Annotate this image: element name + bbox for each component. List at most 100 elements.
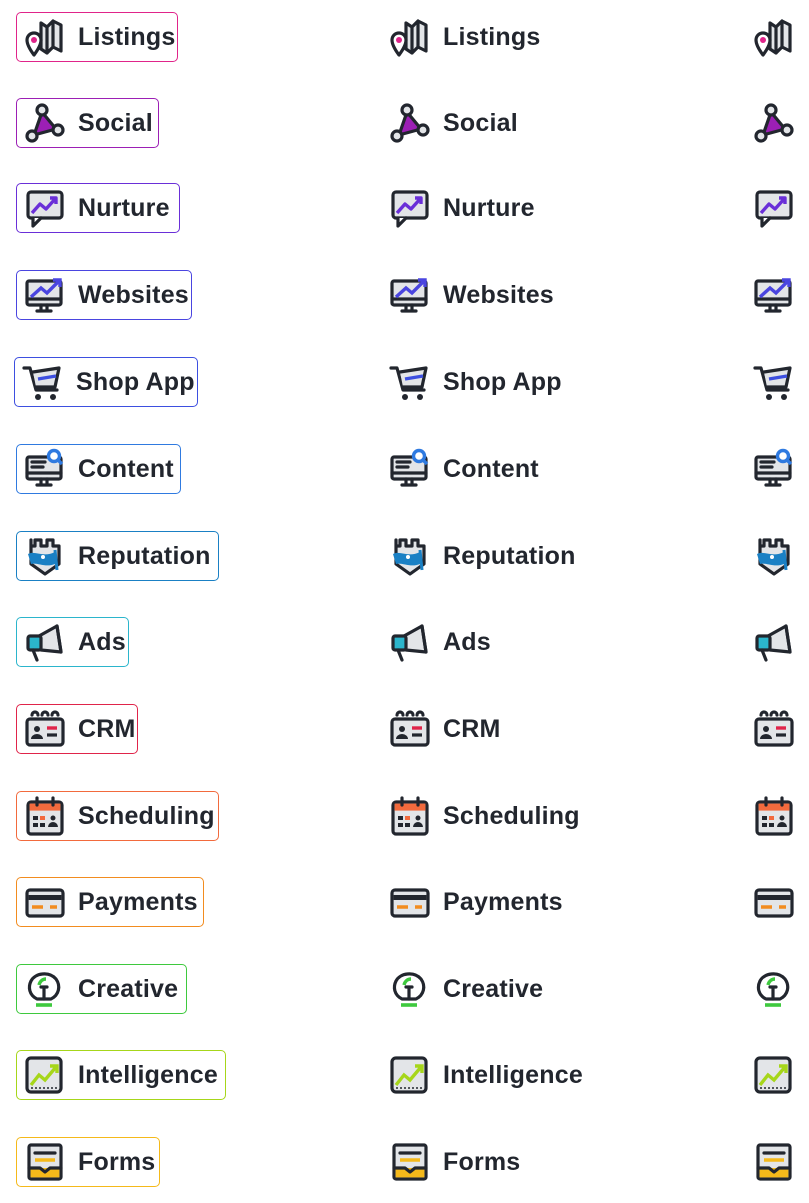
product-crm-label-item[interactable]: CRM xyxy=(388,704,501,754)
monitor-search-icon xyxy=(388,447,432,491)
product-intelligence-icon-item[interactable] xyxy=(752,1050,796,1100)
network-triangle-icon xyxy=(752,101,796,145)
product-label: Reputation xyxy=(78,541,211,570)
shopping-cart-icon xyxy=(21,360,65,404)
product-reputation-icon-item[interactable] xyxy=(752,531,796,581)
product-listings-label-item[interactable]: Listings xyxy=(388,12,540,62)
inbox-form-icon xyxy=(388,1140,432,1184)
product-intelligence-label-item[interactable]: Intelligence xyxy=(388,1050,583,1100)
monitor-search-icon xyxy=(23,447,67,491)
network-triangle-icon xyxy=(388,101,432,145)
product-nurture-icon-item[interactable] xyxy=(752,183,796,233)
product-label: Payments xyxy=(78,887,198,916)
product-reputation-label-item[interactable]: Reputation xyxy=(388,531,576,581)
product-ads-icon-item[interactable] xyxy=(752,617,796,667)
product-listings-badge[interactable]: Listings xyxy=(16,12,178,62)
chat-trend-icon xyxy=(752,186,796,230)
product-label: Intelligence xyxy=(443,1060,583,1089)
calendar-icon xyxy=(752,794,796,838)
product-websites-label-item[interactable]: Websites xyxy=(388,270,554,320)
product-ads-label-item[interactable]: Ads xyxy=(388,617,491,667)
credit-card-icon xyxy=(23,880,67,924)
product-websites-badge[interactable]: Websites xyxy=(16,270,192,320)
product-label: Nurture xyxy=(78,193,170,222)
product-label: Social xyxy=(78,108,153,137)
megaphone-icon xyxy=(388,620,432,664)
product-content-badge[interactable]: Content xyxy=(16,444,181,494)
product-listings-icon-item[interactable] xyxy=(752,12,796,62)
chat-trend-icon xyxy=(388,186,432,230)
megaphone-icon xyxy=(23,620,67,664)
product-shop-app-label-item[interactable]: Shop App xyxy=(388,357,562,407)
chart-trend-icon xyxy=(23,1053,67,1097)
product-label: Websites xyxy=(443,280,554,309)
monitor-trend-icon xyxy=(23,273,67,317)
monitor-search-icon xyxy=(752,447,796,491)
calendar-icon xyxy=(23,794,67,838)
product-content-icon-item[interactable] xyxy=(752,444,796,494)
product-shop-app-icon-item[interactable] xyxy=(752,357,796,407)
castle-flag-icon xyxy=(23,534,67,578)
product-ads-badge[interactable]: Ads xyxy=(16,617,129,667)
product-label: Nurture xyxy=(443,193,535,222)
shopping-cart-icon xyxy=(388,360,432,404)
product-payments-icon-item[interactable] xyxy=(752,877,796,927)
megaphone-icon xyxy=(752,620,796,664)
product-shop-app-badge[interactable]: Shop App xyxy=(14,357,198,407)
product-scheduling-icon-item[interactable] xyxy=(752,791,796,841)
product-crm-icon-item[interactable] xyxy=(752,704,796,754)
chat-trend-icon xyxy=(23,186,67,230)
product-label: Content xyxy=(78,454,174,483)
product-intelligence-badge[interactable]: Intelligence xyxy=(16,1050,226,1100)
product-label: Social xyxy=(443,108,518,137)
map-pin-icon xyxy=(388,15,432,59)
chart-trend-icon xyxy=(752,1053,796,1097)
inbox-form-icon xyxy=(752,1140,796,1184)
map-pin-icon xyxy=(752,15,796,59)
product-reputation-badge[interactable]: Reputation xyxy=(16,531,219,581)
product-label: Intelligence xyxy=(78,1060,218,1089)
product-creative-badge[interactable]: Creative xyxy=(16,964,187,1014)
product-content-label-item[interactable]: Content xyxy=(388,444,539,494)
contact-card-icon xyxy=(752,707,796,751)
calendar-icon xyxy=(388,794,432,838)
monitor-trend-icon xyxy=(388,273,432,317)
product-nurture-label-item[interactable]: Nurture xyxy=(388,183,535,233)
product-social-icon-item[interactable] xyxy=(752,98,796,148)
product-nurture-badge[interactable]: Nurture xyxy=(16,183,180,233)
castle-flag-icon xyxy=(752,534,796,578)
product-forms-label-item[interactable]: Forms xyxy=(388,1137,520,1187)
credit-card-icon xyxy=(388,880,432,924)
product-creative-label-item[interactable]: Creative xyxy=(388,964,543,1014)
shopping-cart-icon xyxy=(752,360,796,404)
product-label: Creative xyxy=(443,974,544,1003)
map-pin-icon xyxy=(23,15,67,59)
product-label: Listings xyxy=(78,22,176,51)
product-payments-label-item[interactable]: Payments xyxy=(388,877,563,927)
lightbulb-icon xyxy=(752,967,796,1011)
lightbulb-icon xyxy=(23,967,67,1011)
product-forms-badge[interactable]: Forms xyxy=(16,1137,160,1187)
inbox-form-icon xyxy=(23,1140,67,1184)
product-social-label-item[interactable]: Social xyxy=(388,98,518,148)
product-label: Payments xyxy=(443,887,563,916)
product-label: Content xyxy=(443,454,539,483)
product-label: Ads xyxy=(78,627,126,656)
credit-card-icon xyxy=(752,880,796,924)
product-label: Shop App xyxy=(76,367,195,396)
product-label: Listings xyxy=(443,22,541,51)
product-websites-icon-item[interactable] xyxy=(752,270,796,320)
product-crm-badge[interactable]: CRM xyxy=(16,704,138,754)
castle-flag-icon xyxy=(388,534,432,578)
product-scheduling-label-item[interactable]: Scheduling xyxy=(388,791,580,841)
product-creative-icon-item[interactable] xyxy=(752,964,796,1014)
product-social-badge[interactable]: Social xyxy=(16,98,159,148)
product-label: CRM xyxy=(443,714,501,743)
contact-card-icon xyxy=(388,707,432,751)
product-label: Ads xyxy=(443,627,491,656)
product-payments-badge[interactable]: Payments xyxy=(16,877,204,927)
product-label: Creative xyxy=(78,974,179,1003)
product-forms-icon-item[interactable] xyxy=(752,1137,796,1187)
product-label: Scheduling xyxy=(443,801,580,830)
product-scheduling-badge[interactable]: Scheduling xyxy=(16,791,219,841)
